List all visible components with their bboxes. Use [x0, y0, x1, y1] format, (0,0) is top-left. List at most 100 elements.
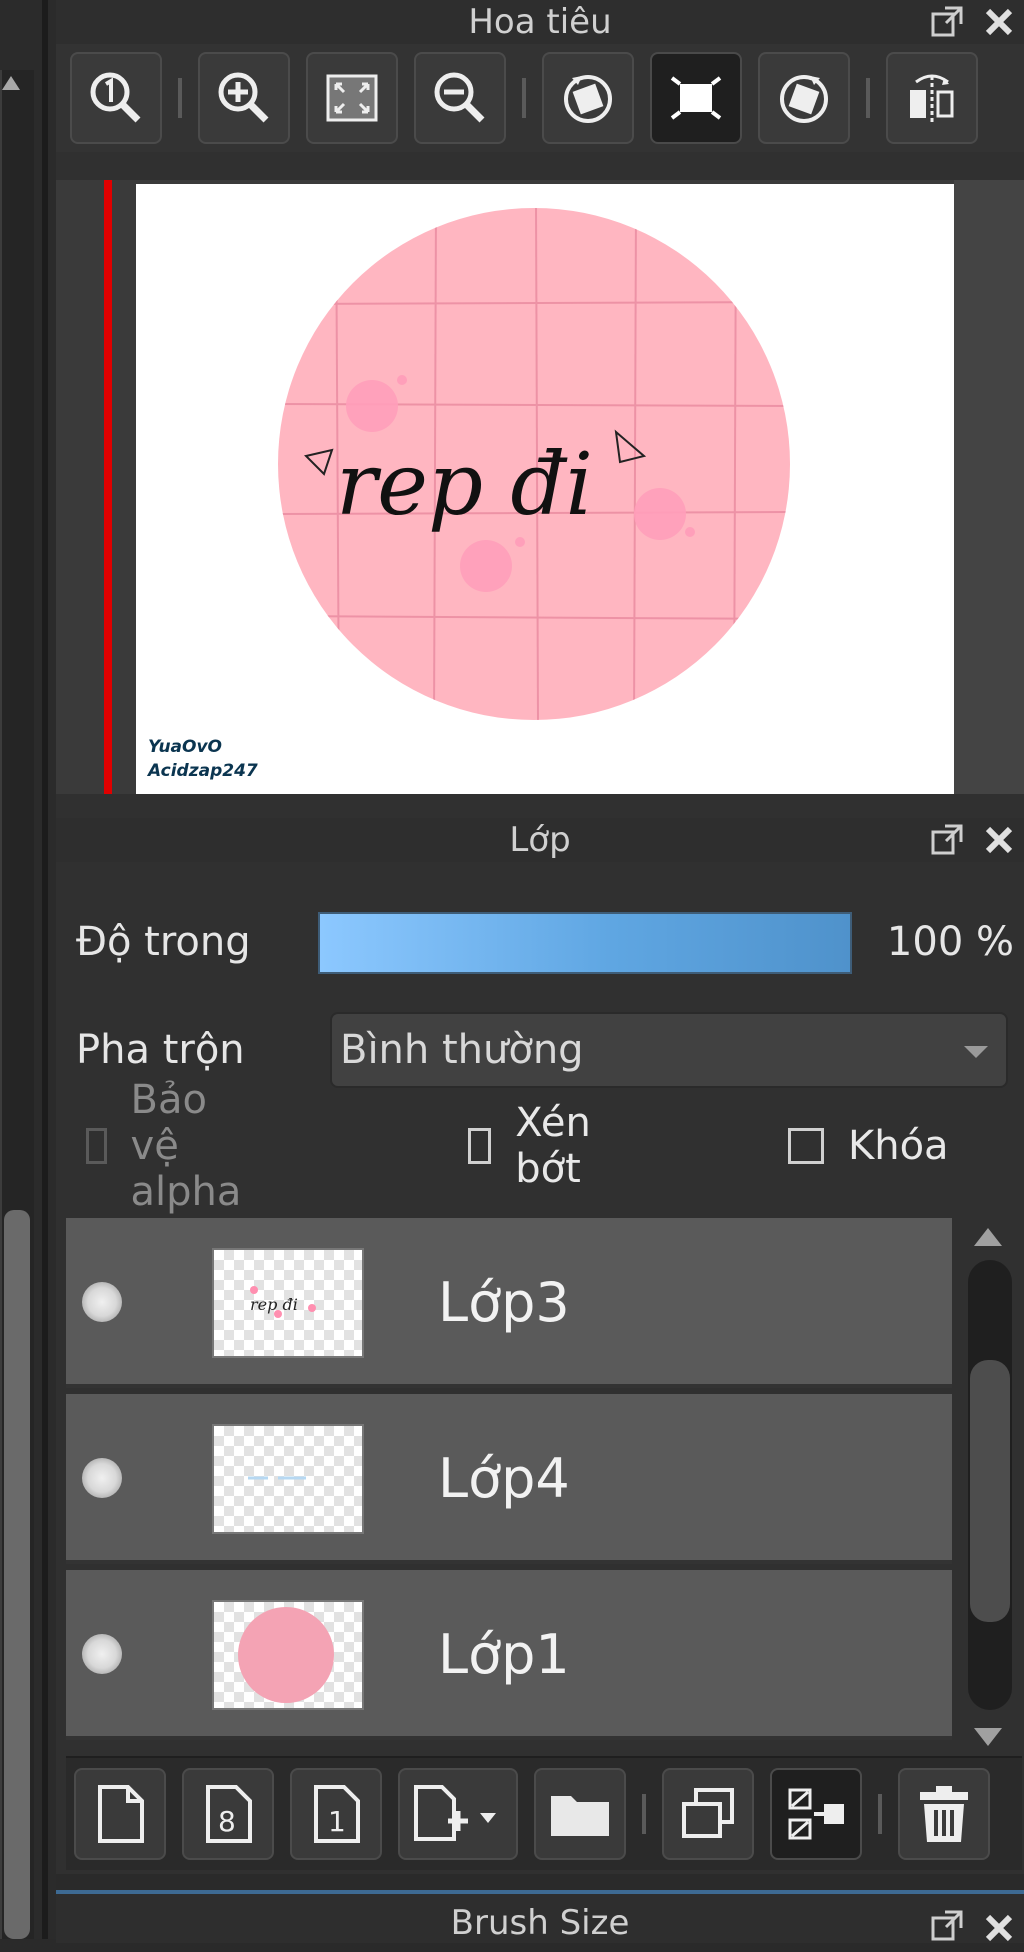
layer-row[interactable]: Lớp4: [66, 1394, 952, 1564]
delete-layer-button[interactable]: [898, 1768, 990, 1860]
left-scrollbar-thumb[interactable]: [4, 1210, 30, 1939]
left-scroll-strip: [0, 0, 56, 1939]
merge-layer-icon: [788, 1788, 844, 1840]
layer-row[interactable]: Lớp1: [66, 1570, 952, 1740]
panel-divider: [42, 0, 48, 1939]
layer-thumbnail: [212, 1424, 364, 1534]
svg-text:rep đi: rep đi: [250, 1295, 298, 1314]
layer-list: rep đi Lớp3 Lớp4 Lớp1: [66, 1218, 952, 1750]
layer-name: Lớp1: [438, 1623, 570, 1686]
flip-horizontal-button[interactable]: [886, 52, 978, 144]
toolbar-separator: [866, 78, 870, 118]
svg-text:1: 1: [328, 1805, 346, 1838]
scroll-up-icon[interactable]: [974, 1228, 1002, 1246]
checkbox-box: [788, 1128, 824, 1164]
zoom-in-icon: [218, 72, 269, 123]
clipping-label: Xén bớt: [515, 1100, 591, 1192]
lock-label: Khóa: [848, 1123, 949, 1169]
rotate-left-button[interactable]: [542, 52, 634, 144]
fit-rotate-icon: [670, 76, 722, 120]
zoom-actual-icon: [90, 72, 141, 123]
brush-size-titlebar: Brush Size: [56, 1894, 1024, 1943]
navigator-panel: Hoa tiêu rep đi YuaOvO Acidzap247: [56, 0, 1024, 812]
fit-rotate-button[interactable]: [650, 52, 742, 144]
opacity-row: Độ trong 100 %: [56, 904, 1024, 974]
clipping-checkbox[interactable]: Xén bớt: [468, 1100, 604, 1192]
close-icon[interactable]: [984, 825, 1014, 855]
watermark-line-2: Acidzap247: [146, 761, 258, 781]
artwork-preview: rep đi YuaOvO Acidzap247: [146, 208, 790, 781]
preview-canvas: rep đi YuaOvO Acidzap247: [136, 184, 954, 794]
popout-icon[interactable]: [930, 1909, 964, 1943]
zoom-actual-button[interactable]: [70, 52, 162, 144]
protect-alpha-checkbox[interactable]: Bảo vệ alpha: [86, 1077, 257, 1215]
layer-list-scrollbar[interactable]: [956, 1218, 1018, 1750]
duplicate-layer-button[interactable]: [662, 1768, 754, 1860]
scrollbar-thumb[interactable]: [970, 1360, 1010, 1622]
layer-row[interactable]: rep đi Lớp3: [66, 1218, 952, 1388]
navigator-preview[interactable]: rep đi YuaOvO Acidzap247: [56, 180, 1024, 794]
popout-icon[interactable]: [930, 5, 964, 39]
checkbox-box: [468, 1128, 492, 1164]
checkbox-box: [86, 1128, 107, 1164]
chevron-down-icon: [964, 1046, 988, 1058]
new-layer-button[interactable]: [74, 1768, 166, 1860]
layer-thumbnail: [212, 1600, 364, 1710]
watermark-line-1: YuaOvO: [148, 737, 222, 757]
merge-down-button[interactable]: [770, 1768, 862, 1860]
layer-8bit-icon: 8: [206, 1785, 252, 1843]
new-page-icon: [98, 1785, 144, 1843]
opacity-label: Độ trong: [76, 919, 251, 965]
new-8bit-layer-button[interactable]: 8: [182, 1768, 274, 1860]
lock-checkbox[interactable]: Khóa: [788, 1116, 949, 1176]
navigator-toolbar: [56, 44, 1024, 152]
add-layer-icon: [414, 1785, 496, 1841]
viewport-marker: [104, 180, 112, 794]
layer-name: Lớp3: [438, 1271, 570, 1334]
flip-horizontal-icon: [910, 74, 954, 122]
artwork-text: rep đi: [336, 435, 593, 535]
blend-mode-select[interactable]: Bình thường: [330, 1012, 1008, 1088]
zoom-out-button[interactable]: [414, 52, 506, 144]
brush-size-title: Brush Size: [450, 1903, 630, 1943]
navigator-titlebar: Hoa tiêu: [56, 0, 1024, 44]
blend-mode-value: Bình thường: [340, 1027, 584, 1073]
layer-panel: Lớp Độ trong 100 % Pha trộn Bình thường …: [56, 812, 1024, 1874]
popout-icon[interactable]: [930, 823, 964, 857]
layer-titlebar: Lớp: [56, 818, 1024, 862]
duplicate-icon: [682, 1788, 734, 1838]
add-layer-dropdown-button[interactable]: [398, 1768, 518, 1860]
layer-actions-bar: 8 1: [66, 1756, 1022, 1870]
layer-name: Lớp4: [438, 1447, 570, 1510]
fit-screen-icon: [326, 74, 378, 122]
fit-screen-button[interactable]: [306, 52, 398, 144]
rotate-right-button[interactable]: [758, 52, 850, 144]
preview-right-edge: [954, 180, 1024, 794]
scroll-up-arrow-icon[interactable]: [2, 76, 20, 90]
layer-1bit-icon: 1: [314, 1785, 360, 1843]
toolbar-separator: [178, 78, 182, 118]
protect-alpha-label: Bảo vệ alpha: [130, 1077, 242, 1215]
close-icon[interactable]: [984, 7, 1014, 37]
brush-size-panel: Brush Size: [56, 1890, 1024, 1943]
toolbar-separator: [878, 1794, 882, 1834]
rotate-left-icon: [564, 75, 612, 123]
folder-icon: [551, 1796, 609, 1836]
visibility-icon[interactable]: [82, 1634, 122, 1674]
svg-text:8: 8: [218, 1805, 236, 1838]
rotate-right-icon: [780, 75, 828, 123]
scroll-down-icon[interactable]: [974, 1728, 1002, 1746]
opacity-value: 100 %: [886, 919, 1014, 965]
toolbar-separator: [642, 1794, 646, 1834]
opacity-slider[interactable]: [318, 912, 852, 974]
layer-thumbnail: rep đi: [212, 1248, 364, 1358]
new-folder-button[interactable]: [534, 1768, 626, 1860]
visibility-icon[interactable]: [82, 1458, 122, 1498]
trash-icon: [920, 1786, 968, 1842]
navigator-title: Hoa tiêu: [468, 2, 612, 42]
new-1bit-layer-button[interactable]: 1: [290, 1768, 382, 1860]
zoom-out-icon: [434, 72, 485, 123]
zoom-in-button[interactable]: [198, 52, 290, 144]
toolbar-separator: [522, 78, 526, 118]
visibility-icon[interactable]: [82, 1282, 122, 1322]
